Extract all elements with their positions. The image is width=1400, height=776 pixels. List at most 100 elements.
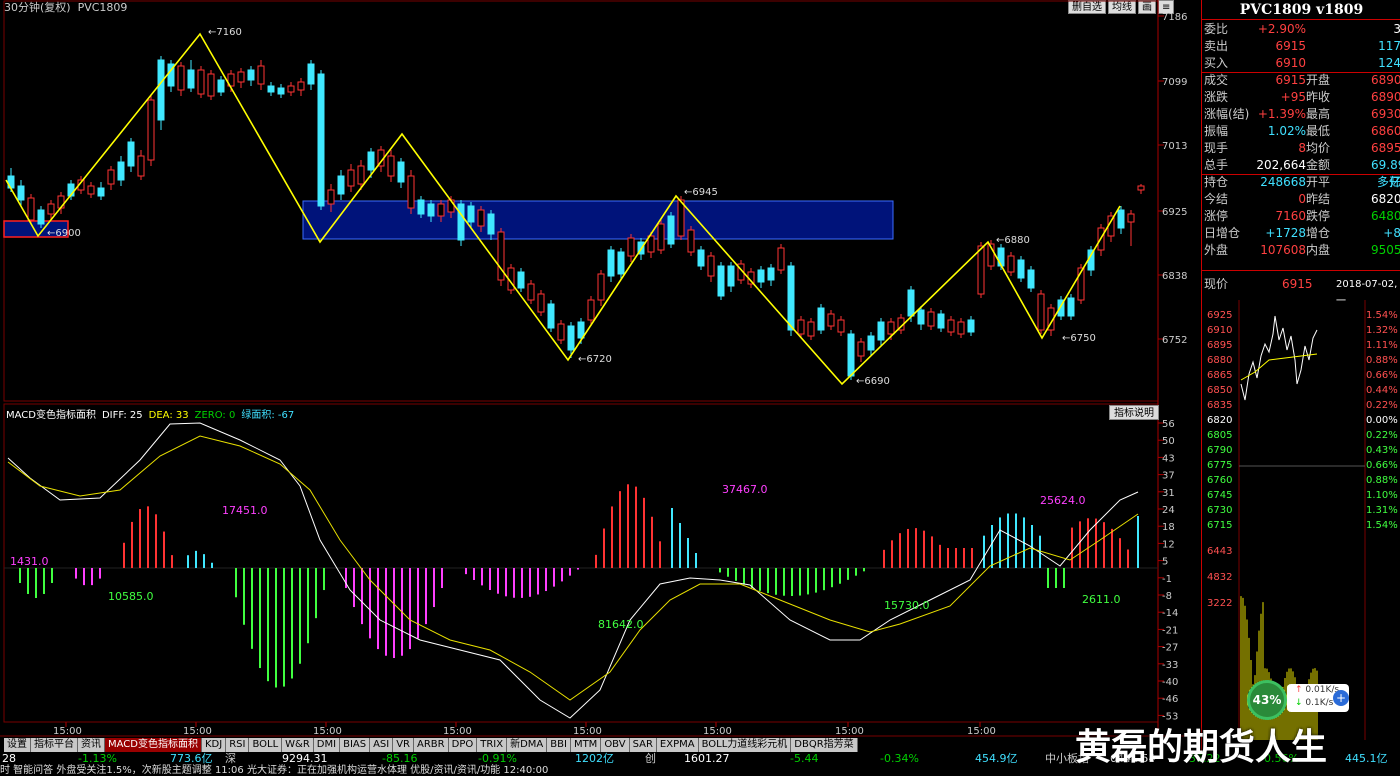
- diff-line: [7, 422, 1139, 719]
- macd-axis-label: 50: [1162, 436, 1175, 447]
- price-axis-label: 7099: [1162, 77, 1187, 88]
- indicator-tab[interactable]: KDJ: [201, 738, 227, 752]
- candle-body: [817, 307, 825, 331]
- macd-area-label: 1431.0: [10, 555, 49, 568]
- indicator-tab[interactable]: TRIX: [477, 738, 508, 752]
- zero-value: ZERO: 0: [194, 410, 236, 421]
- candle-body: [217, 79, 225, 93]
- zigzag-price-label: ←6945: [684, 187, 718, 198]
- mini-pct-label: 1.31%: [1366, 505, 1398, 516]
- indicator-tab[interactable]: ARBR: [414, 738, 449, 752]
- macd-axis-label: 12: [1162, 539, 1175, 550]
- quote-label: 开平: [1306, 175, 1331, 189]
- candle-body: [17, 185, 25, 201]
- indicator-tab[interactable]: DPO: [448, 738, 478, 752]
- candle-body: [207, 73, 215, 97]
- quote-label: 最高: [1306, 107, 1331, 121]
- candle-body: [997, 247, 1005, 267]
- indicator-tab[interactable]: DBQR指芳菜: [791, 738, 858, 752]
- indicator-tab[interactable]: EXPMA: [656, 738, 699, 752]
- indicator-tab[interactable]: W&R: [282, 738, 314, 752]
- quote-row: 今结 0 昨结 6820: [1202, 191, 1400, 208]
- index-status-item: 9294.31: [282, 752, 328, 765]
- indicator-tab[interactable]: 设置: [4, 738, 31, 752]
- candle-body: [977, 245, 985, 295]
- quote-label: 振幅: [1204, 124, 1229, 138]
- candle-body: [1117, 209, 1125, 229]
- quote-label: 昨结: [1306, 192, 1331, 206]
- current-price-row: 现价 6915 2018-07-02,一: [1202, 276, 1400, 307]
- zigzag-price-label: ←6750: [1062, 333, 1096, 344]
- candle-body: [287, 85, 295, 93]
- diff-value: DIFF: 25: [101, 410, 143, 421]
- macd-area-label: 2611.0: [1082, 593, 1121, 606]
- candle-body: [97, 187, 105, 197]
- indicator-help-button[interactable]: 指标说明: [1109, 405, 1159, 420]
- candle-body: [787, 265, 795, 331]
- quote-label: 外盘: [1204, 243, 1229, 257]
- indicator-tab[interactable]: BBI: [547, 738, 571, 752]
- indicator-tab[interactable]: BOLL: [249, 738, 283, 752]
- indicator-tab[interactable]: 新DMA: [507, 738, 548, 752]
- quote-separator: [1202, 174, 1400, 175]
- quote-label: 持仓: [1204, 175, 1229, 189]
- mini-price-label: 6760: [1207, 475, 1232, 486]
- candle-body: [587, 299, 595, 321]
- quote-row: 总手202,664金额69.89亿: [1202, 157, 1400, 189]
- candle-body: [697, 249, 705, 267]
- index-status-item: -5.44: [790, 752, 819, 765]
- candlestick-chart[interactable]: 7186 7099 7013 6925 6838 6752 ←6900 ←7160 ←6945 ←…: [0, 0, 1200, 752]
- candle-body: [917, 309, 925, 325]
- green-area-value: 绿面积: -67: [241, 410, 295, 421]
- quote-value: 117: [1378, 39, 1400, 53]
- plus-icon[interactable]: +: [1333, 690, 1349, 706]
- quote-label: 日增仓: [1204, 226, 1241, 240]
- candle-body: [757, 269, 765, 283]
- mini-price-label: 6925: [1207, 310, 1232, 321]
- index-status-item: 创: [645, 752, 656, 765]
- quote-row: 持仓 248668 开平 多开: [1202, 174, 1400, 191]
- quote-label: 昨收: [1306, 90, 1331, 104]
- mini-pct-label: 1.54%: [1366, 310, 1398, 321]
- time-axis-label: 15:00: [967, 726, 996, 737]
- candle-body: [177, 65, 185, 91]
- indicator-tab[interactable]: OBV: [601, 738, 630, 752]
- indicator-tab[interactable]: MTM: [570, 738, 602, 752]
- indicator-tab[interactable]: 资讯: [78, 738, 105, 752]
- network-speed-indicator[interactable]: 43%: [1247, 680, 1287, 720]
- quote-value: 248668: [1260, 175, 1306, 189]
- indicator-tab[interactable]: SAR: [629, 738, 657, 752]
- macd-axis-label: -40: [1162, 677, 1178, 688]
- candle-body: [767, 267, 775, 281]
- indicator-tab[interactable]: DMI: [313, 738, 341, 752]
- macd-axis-label: 37: [1162, 471, 1175, 482]
- candle-body: [87, 185, 95, 195]
- quote-value: 8: [1298, 141, 1306, 155]
- macd-area-label: 37467.0: [722, 483, 768, 496]
- quote-row: 涨停 7160 跌停 6480: [1202, 208, 1400, 225]
- mini-price-label: 6805: [1207, 430, 1232, 441]
- candle-body: [47, 203, 55, 215]
- candle-body: [1027, 269, 1035, 289]
- indicator-tab[interactable]: MACD变色指标面积: [105, 738, 202, 752]
- candle-body: [527, 283, 535, 301]
- indicator-tab[interactable]: BIAS: [340, 738, 371, 752]
- quote-value: +1728: [1265, 226, 1306, 240]
- candle-body: [327, 189, 335, 205]
- mini-pct-label: 1.54%: [1366, 520, 1398, 531]
- quote-label: 最低: [1306, 124, 1331, 138]
- indicator-tab[interactable]: BOLL力道线彩元机: [698, 738, 792, 752]
- candle-body: [237, 71, 245, 83]
- quote-label: 涨幅(结): [1204, 107, 1250, 121]
- candle-body: [1127, 213, 1135, 223]
- candle-body: [407, 175, 415, 209]
- candle-body: [837, 319, 845, 333]
- quote-label: 今结: [1204, 192, 1229, 206]
- quote-label: 涨停: [1204, 209, 1229, 223]
- indicator-tab[interactable]: VR: [393, 738, 415, 752]
- indicator-tab[interactable]: RSI: [226, 738, 250, 752]
- candle-body: [797, 319, 805, 335]
- indicator-tab[interactable]: ASI: [370, 738, 394, 752]
- index-status-item: 1601.27: [684, 752, 730, 765]
- indicator-tab[interactable]: 指标平台: [31, 738, 78, 752]
